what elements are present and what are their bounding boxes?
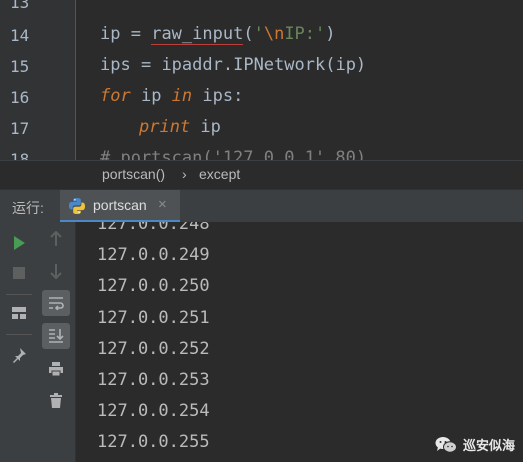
- python-icon: [69, 198, 85, 214]
- line-number: 13: [10, 0, 30, 12]
- code-token-keyword: print: [139, 117, 191, 137]
- console-line: 127.0.0.254: [97, 401, 210, 421]
- arrow-down-icon: [50, 264, 62, 279]
- stop-icon: [13, 267, 25, 279]
- console-line: 127.0.0.250: [97, 276, 210, 296]
- code-line-15[interactable]: ips = ipaddr.IPNetwork(ip): [100, 55, 366, 75]
- clear-all-button[interactable]: [42, 388, 70, 414]
- console-line: 127.0.0.249: [97, 245, 210, 265]
- soft-wrap-icon: [49, 297, 64, 310]
- code-line-18[interactable]: # portscan('127.0.0.1',80): [100, 148, 366, 160]
- wechat-icon: [435, 436, 457, 453]
- code-line-14[interactable]: ip = raw_input('\nIP:'): [100, 24, 336, 45]
- code-line-17[interactable]: print ip: [139, 117, 221, 137]
- scroll-to-end-button[interactable]: [42, 323, 70, 349]
- code-token: ip: [100, 24, 121, 44]
- play-icon: [14, 236, 25, 250]
- code-token: ips:: [192, 86, 244, 106]
- rerun-button[interactable]: [5, 230, 33, 256]
- line-number-gutter: 13 14 15 16 17 18: [0, 0, 76, 160]
- next-occurrence-button[interactable]: [42, 258, 70, 284]
- breadcrumb-item-except[interactable]: except: [199, 166, 240, 182]
- code-line-16[interactable]: for ip in ips:: [100, 86, 243, 106]
- pin-tab-button[interactable]: [5, 342, 33, 368]
- code-token: =: [120, 24, 152, 44]
- run-tab-portscan[interactable]: portscan ×: [60, 190, 180, 223]
- code-token-string: IP:': [284, 24, 326, 44]
- breadcrumb-item-function[interactable]: portscan(): [102, 166, 165, 182]
- pin-icon: [13, 348, 26, 363]
- run-label: 运行:: [12, 200, 44, 216]
- line-number: 16: [10, 88, 30, 107]
- console-line: 127.0.0.248: [97, 222, 210, 234]
- toolbar-divider: [6, 294, 32, 295]
- arrow-up-icon: [50, 231, 62, 246]
- code-token-string: ': [253, 24, 264, 44]
- line-number: 17: [10, 119, 30, 138]
- run-toolbar-primary: [0, 222, 39, 462]
- code-token-escape: \n: [263, 24, 285, 44]
- watermark: 巡安似海: [435, 435, 515, 454]
- watermark-text: 巡安似海: [462, 438, 515, 453]
- run-toolbar-secondary: [38, 222, 76, 462]
- soft-wrap-button[interactable]: [42, 290, 70, 316]
- code-token: ips: [100, 55, 131, 75]
- stop-button[interactable]: [5, 260, 33, 286]
- code-token-keyword: in: [171, 86, 193, 106]
- console-line: 127.0.0.252: [97, 339, 210, 359]
- scroll-to-end-icon: [49, 329, 64, 343]
- print-button[interactable]: [42, 356, 70, 382]
- close-icon[interactable]: ×: [158, 196, 167, 213]
- code-token-keyword: for: [100, 86, 131, 106]
- line-number: 15: [10, 57, 30, 76]
- breadcrumb: portscan() › except: [0, 160, 523, 189]
- line-number: 14: [10, 26, 30, 45]
- run-tab-title: portscan: [93, 197, 147, 213]
- code-token: ): [325, 24, 336, 44]
- console-output[interactable]: 127.0.0.248 127.0.0.249 127.0.0.250 127.…: [76, 222, 523, 462]
- code-token: (: [243, 24, 254, 44]
- code-token: (ip): [325, 55, 367, 75]
- previous-occurrence-button[interactable]: [42, 226, 70, 252]
- code-token: =: [130, 55, 162, 75]
- print-icon: [49, 362, 63, 377]
- code-token: ipaddr.: [161, 55, 234, 75]
- breadcrumb-separator: ›: [182, 166, 187, 182]
- code-token-function: raw_input: [151, 24, 244, 45]
- line-number: 18: [10, 150, 30, 160]
- toolbar-divider: [6, 334, 32, 335]
- console-line: 127.0.0.255: [97, 432, 210, 452]
- code-token: ip: [190, 117, 221, 137]
- layout-icon: [12, 307, 26, 319]
- layout-button[interactable]: [5, 300, 33, 326]
- code-token: ip: [130, 86, 172, 106]
- code-editor[interactable]: 13 14 15 16 17 18 ip = raw_input('\nIP:'…: [0, 0, 523, 160]
- run-tool-window-header: 运行: portscan ×: [0, 189, 523, 223]
- trash-icon: [50, 393, 62, 408]
- code-token-class: IPNetwork: [233, 55, 326, 75]
- console-line: 127.0.0.251: [97, 308, 210, 328]
- console-line: 127.0.0.253: [97, 370, 210, 390]
